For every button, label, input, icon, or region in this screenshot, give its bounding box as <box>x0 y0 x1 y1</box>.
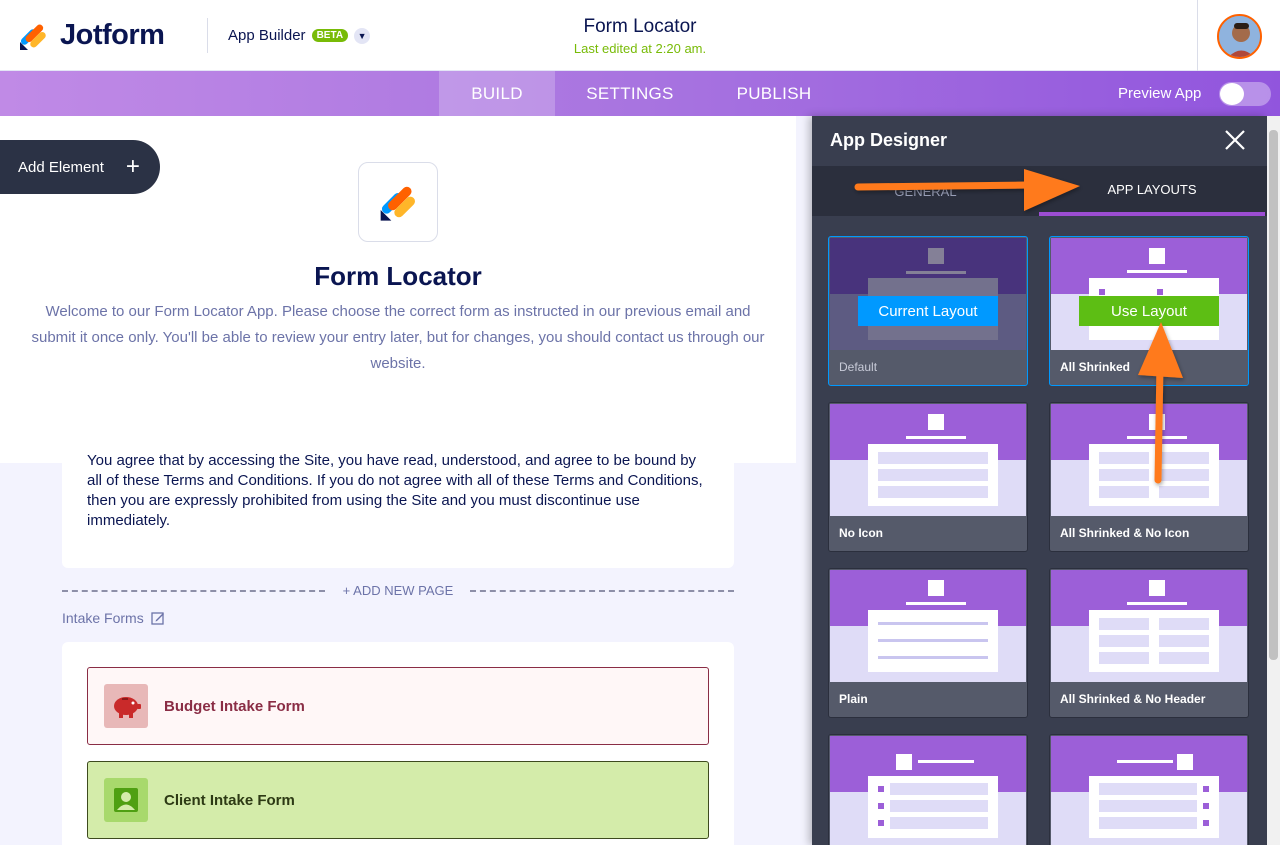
top-header: Jotform App Builder BETA ▼ Form Locator … <box>0 0 1280 71</box>
layout-preview <box>830 736 1026 845</box>
add-new-page[interactable]: + ADD NEW PAGE <box>62 583 734 599</box>
piggy-bank-icon <box>104 684 148 728</box>
preview-app-toggle[interactable] <box>1219 82 1271 106</box>
layout-card-all-shrinked-no-icon[interactable]: All Shrinked & No Icon <box>1049 402 1249 552</box>
add-element-button[interactable]: Add Element + <box>0 140 160 194</box>
layout-name: All Shrinked & No Header <box>1060 692 1206 706</box>
tab-app-layouts[interactable]: APP LAYOUTS <box>1039 166 1265 216</box>
layout-card-default[interactable]: Current Layout Default <box>828 236 1028 386</box>
designer-header: App Designer <box>812 116 1267 166</box>
layout-name: All Shrinked <box>1060 360 1131 374</box>
layout-preview <box>1051 404 1247 516</box>
layout-preview <box>1051 736 1247 845</box>
close-icon[interactable] <box>1223 128 1247 152</box>
main-nav-bar: BUILD SETTINGS PUBLISH Preview App <box>0 71 1280 116</box>
form-item-client-intake[interactable]: Client Intake Form <box>87 761 709 839</box>
tab-settings[interactable]: SETTINGS <box>555 71 705 116</box>
layout-preview <box>830 404 1026 516</box>
add-element-label: Add Element <box>18 158 104 176</box>
designer-title: App Designer <box>830 130 948 150</box>
scrollbar-thumb[interactable] <box>1269 130 1278 660</box>
section-label: Intake Forms <box>62 610 144 626</box>
tab-general[interactable]: GENERAL <box>812 166 1039 216</box>
app-description[interactable]: Welcome to our Form Locator App. Please … <box>28 299 768 377</box>
layout-card-right-header[interactable] <box>1049 734 1249 845</box>
tab-build[interactable]: BUILD <box>439 71 555 116</box>
layout-preview: Current Layout <box>830 238 1026 350</box>
form-item-label: Budget Intake Form <box>164 697 305 715</box>
tab-publish[interactable]: PUBLISH <box>705 71 843 116</box>
app-icon[interactable] <box>358 162 438 242</box>
current-layout-button[interactable]: Current Layout <box>858 296 998 326</box>
preview-app-label: Preview App <box>1118 85 1202 102</box>
app-name-title[interactable]: Form Locator <box>0 16 1280 38</box>
layout-card-no-icon[interactable]: No Icon <box>828 402 1028 552</box>
layout-card-plain[interactable]: Plain <box>828 568 1028 718</box>
designer-tabs: GENERAL APP LAYOUTS <box>812 166 1267 216</box>
layout-name: No Icon <box>839 526 883 540</box>
forms-list-card: Budget Intake Form Client Intake Form <box>62 642 734 845</box>
layout-preview <box>830 570 1026 682</box>
app-designer-panel: App Designer GENERAL APP LAYOUTS Current… <box>812 116 1267 845</box>
terms-text: You agree that by accessing the Site, yo… <box>87 452 703 529</box>
layout-name: All Shrinked & No Icon <box>1060 526 1190 540</box>
user-avatar[interactable] <box>1217 14 1262 59</box>
layout-preview <box>1051 570 1247 682</box>
edit-icon[interactable] <box>151 611 165 625</box>
dashed-divider-right <box>470 590 734 592</box>
layout-card-left-header[interactable] <box>828 734 1028 845</box>
layout-card-all-shrinked[interactable]: Use Layout All Shrinked <box>1049 236 1249 386</box>
jotform-app-icon <box>380 186 415 221</box>
layout-preview: Use Layout <box>1051 238 1247 350</box>
last-edited-status: Last edited at 2:20 am. <box>573 41 707 56</box>
use-layout-button[interactable]: Use Layout <box>1079 296 1219 326</box>
plus-icon: + <box>125 153 140 180</box>
form-item-label: Client Intake Form <box>164 791 295 809</box>
layout-name: Default <box>839 360 878 374</box>
toggle-knob <box>1220 83 1244 105</box>
terms-card[interactable]: You agree that by accessing the Site, yo… <box>62 446 734 568</box>
form-item-budget-intake[interactable]: Budget Intake Form <box>87 667 709 745</box>
layout-name: Plain <box>839 692 868 706</box>
app-title[interactable]: Form Locator <box>0 261 796 292</box>
page-name-label: Intake Forms <box>62 610 165 626</box>
layout-card-all-shrinked-no-header[interactable]: All Shrinked & No Header <box>1049 568 1249 718</box>
header-divider-right <box>1197 0 1198 71</box>
person-id-icon <box>104 778 148 822</box>
